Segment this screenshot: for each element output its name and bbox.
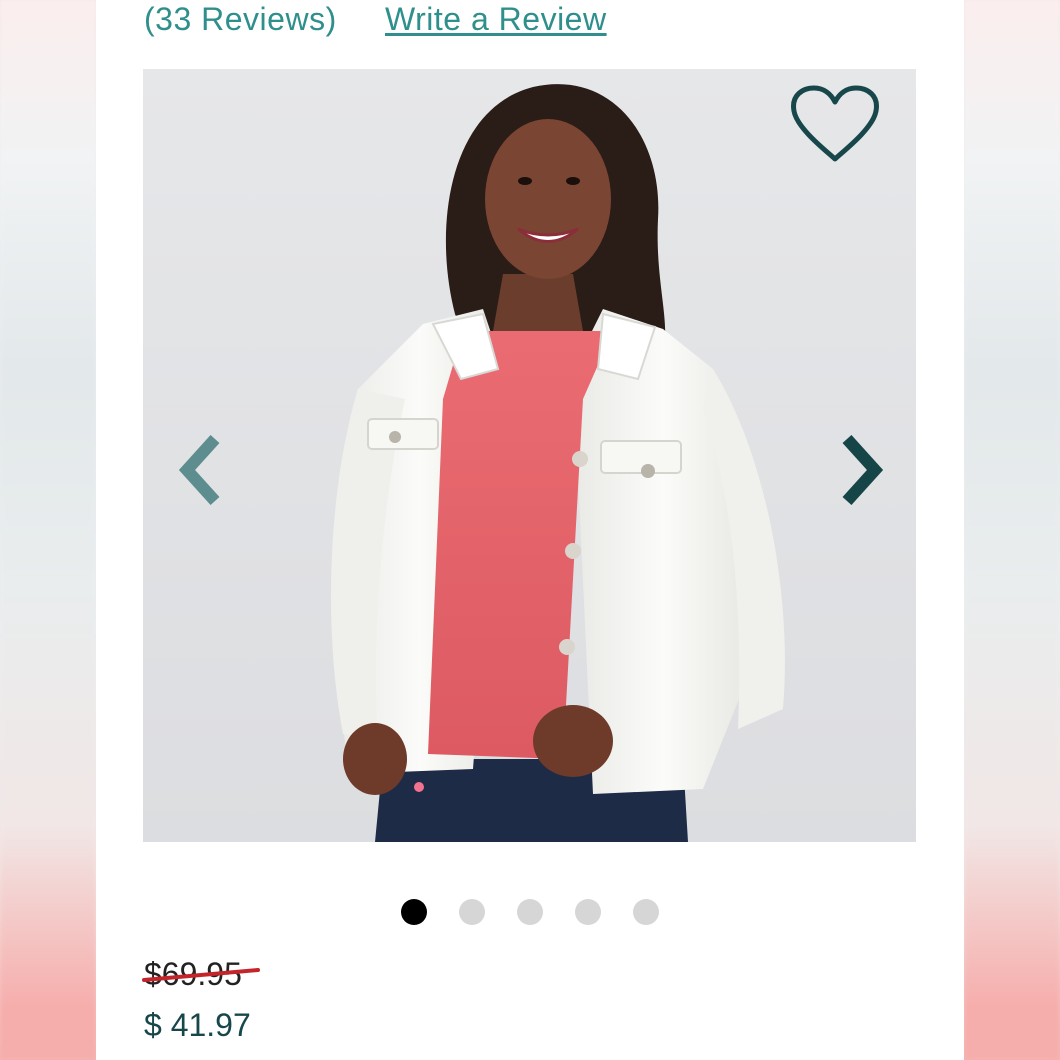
carousel-dot-5[interactable] bbox=[633, 899, 659, 925]
blurred-side-left bbox=[0, 0, 96, 1060]
heart-outline-icon bbox=[791, 85, 879, 162]
next-image-button[interactable] bbox=[837, 434, 887, 506]
sale-price: $ 41.97 bbox=[144, 1007, 251, 1043]
review-count[interactable]: (33 Reviews) bbox=[144, 0, 337, 38]
carousel-dot-2[interactable] bbox=[459, 899, 485, 925]
product-panel: (33 Reviews) Write a Review $69.95 $ 41.… bbox=[96, 0, 964, 1060]
chevron-right-icon bbox=[842, 434, 884, 506]
product-photo bbox=[143, 69, 916, 842]
price-strikethrough bbox=[142, 968, 260, 982]
previous-image-button[interactable] bbox=[177, 434, 227, 506]
write-review-link[interactable]: Write a Review bbox=[385, 0, 607, 38]
carousel-pagination bbox=[401, 899, 659, 925]
review-summary: (33 Reviews) bbox=[144, 0, 337, 40]
carousel-dot-1[interactable] bbox=[401, 899, 427, 925]
product-image-gallery[interactable] bbox=[143, 69, 916, 842]
carousel-dot-3[interactable] bbox=[517, 899, 543, 925]
favorite-button[interactable] bbox=[789, 85, 881, 165]
blurred-side-right bbox=[964, 0, 1060, 1060]
carousel-dot-4[interactable] bbox=[575, 899, 601, 925]
chevron-left-icon bbox=[178, 434, 220, 506]
